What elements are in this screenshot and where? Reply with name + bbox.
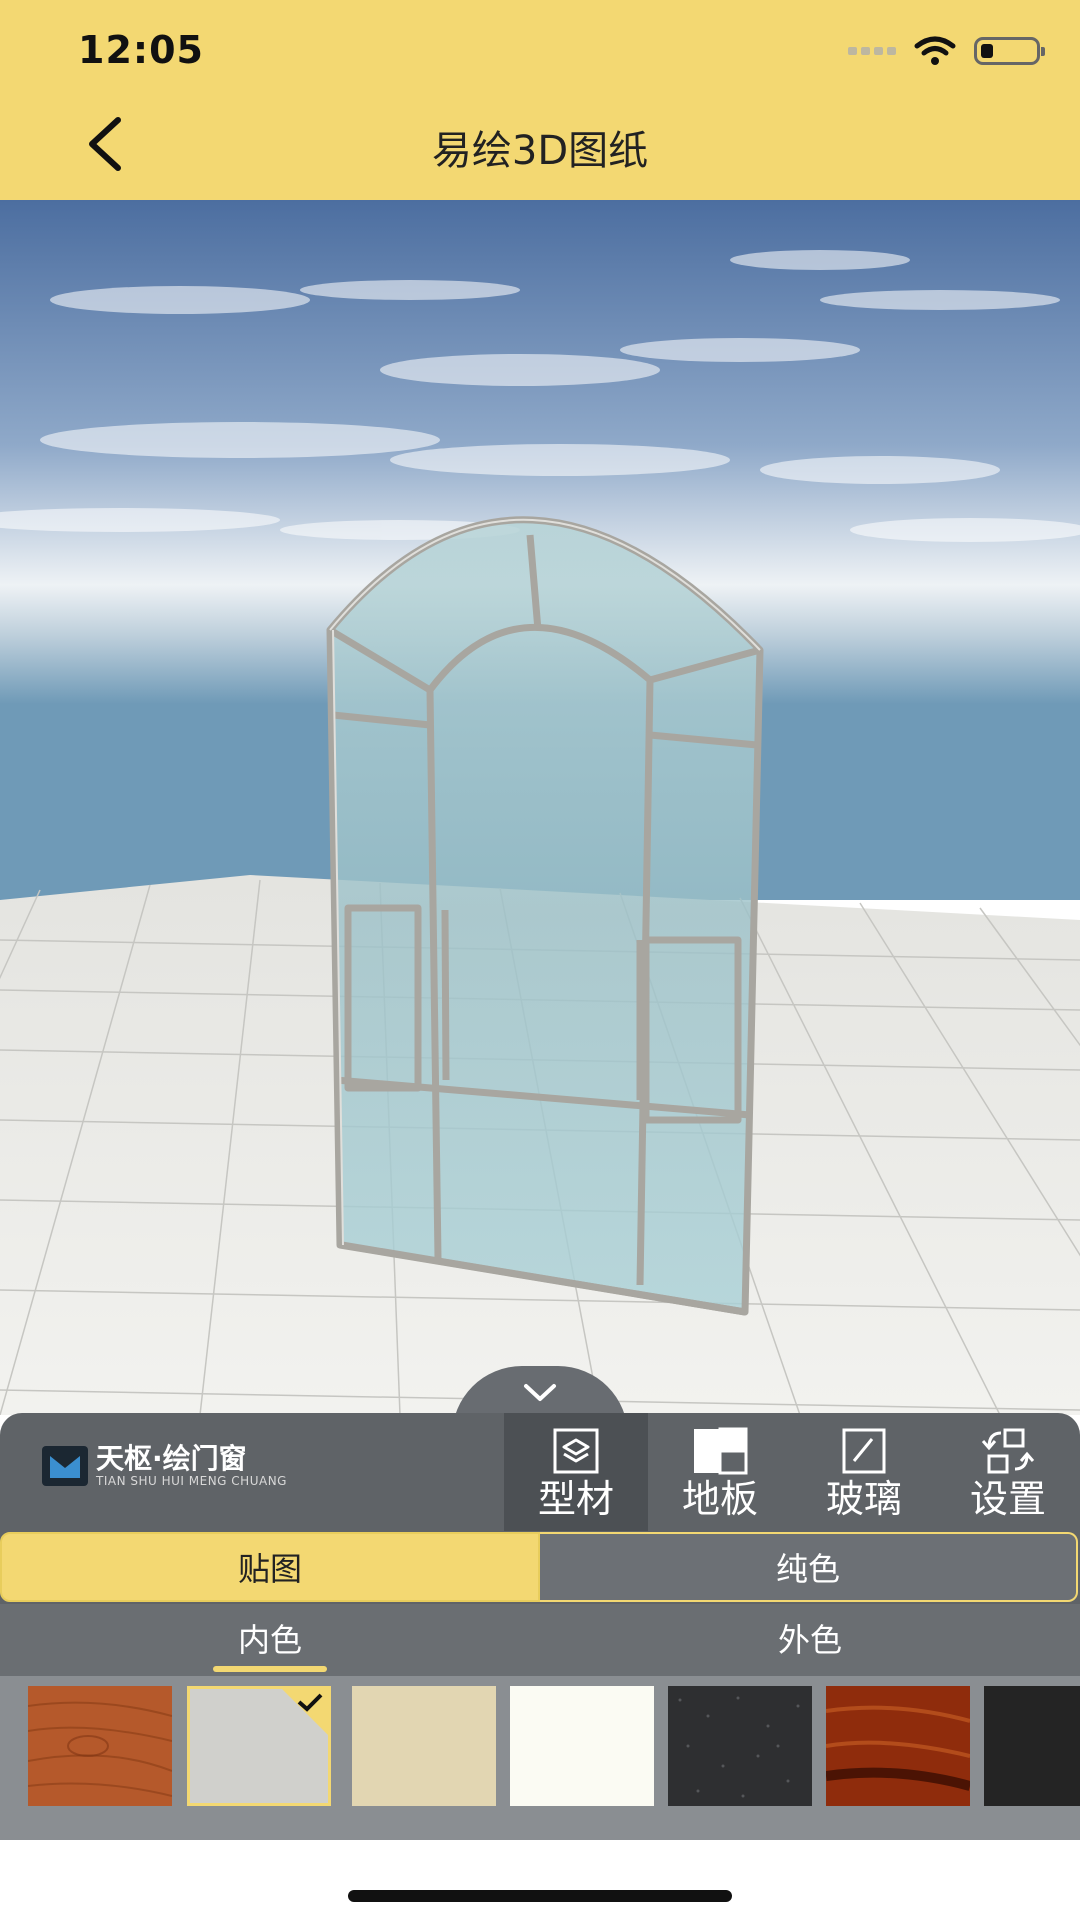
swatch-wood-light[interactable]	[27, 1686, 173, 1806]
profile-layers-icon	[553, 1428, 599, 1474]
tab-indicator	[213, 1666, 327, 1672]
battery-icon	[974, 37, 1045, 65]
glass-pane-icon	[842, 1428, 886, 1474]
page-title: 易绘3D图纸	[431, 128, 649, 174]
swatch-beige[interactable]	[352, 1686, 496, 1806]
brand-mark-icon	[42, 1446, 88, 1486]
chevron-down-icon	[524, 1384, 556, 1401]
3d-viewport[interactable]	[0, 200, 1080, 1415]
floor-tiles-icon	[694, 1427, 748, 1475]
tool-label: 地板	[681, 1477, 758, 1521]
tool-settings[interactable]: 设置	[936, 1413, 1080, 1531]
texture-mode-segment: 贴图 纯色	[0, 1532, 1080, 1602]
window-3d-render	[0, 200, 1080, 1415]
tool-label: 玻璃	[825, 1477, 902, 1521]
brand-logo: 天枢·绘门窗 TIAN SHU HUI MENG CHUANG	[42, 1444, 287, 1488]
app-header: 12:05 易绘3D图纸	[0, 0, 1080, 200]
tab-outer-color[interactable]: 外色	[540, 1604, 1080, 1676]
tool-label: 型材	[537, 1477, 614, 1521]
status-time: 12:05	[78, 28, 204, 72]
tool-label: 设置	[969, 1477, 1046, 1521]
swatch-black[interactable]	[984, 1686, 1080, 1806]
swatch-granite-dark[interactable]	[668, 1686, 812, 1806]
cellular-signal-icon	[848, 47, 896, 55]
tool-profile[interactable]: 型材	[504, 1413, 648, 1531]
tool-glass[interactable]: 玻璃	[792, 1413, 936, 1531]
settings-rotate-icon	[981, 1428, 1035, 1474]
color-side-tabs: 内色 外色	[0, 1604, 1080, 1676]
tool-floor[interactable]: 地板	[648, 1413, 792, 1531]
swatch-wood-dark[interactable]	[825, 1686, 972, 1806]
segment-solid-color[interactable]: 纯色	[540, 1532, 1078, 1602]
segment-texture[interactable]: 贴图	[0, 1532, 540, 1602]
wifi-icon	[914, 36, 956, 65]
swatch-ivory[interactable]	[510, 1686, 654, 1806]
brand-name: 天枢·绘门窗	[96, 1442, 247, 1475]
status-icons	[848, 36, 1045, 66]
home-indicator	[348, 1890, 732, 1902]
swatch-list[interactable]	[0, 1676, 1080, 1840]
swatch-light-gray[interactable]	[187, 1686, 331, 1806]
brand-subtitle: TIAN SHU HUI MENG CHUANG	[96, 1474, 287, 1488]
checkmark-icon	[297, 1693, 323, 1712]
